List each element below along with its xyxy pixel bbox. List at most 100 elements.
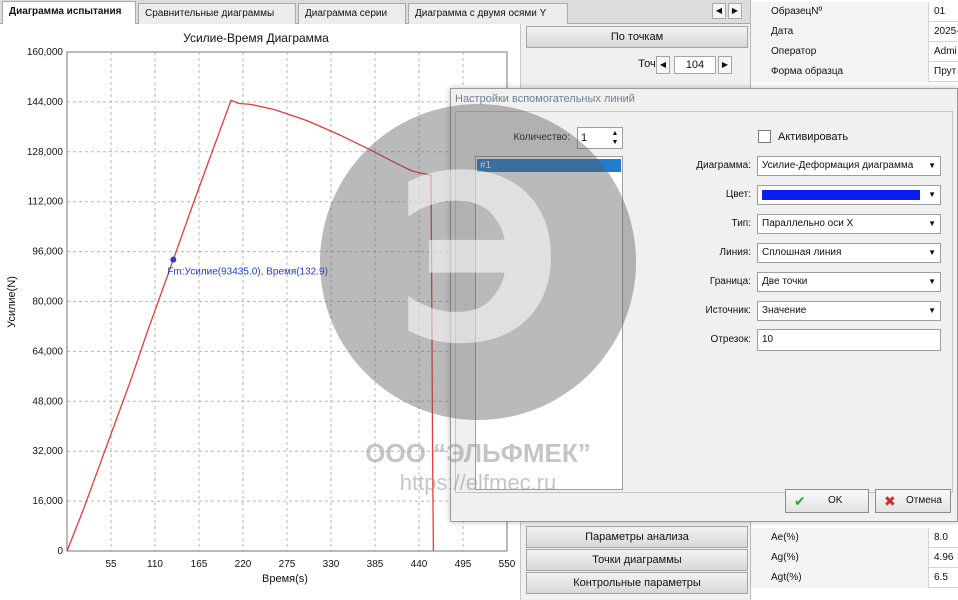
diagram-points-button[interactable]: Точки диаграммы — [526, 549, 748, 571]
segment-input[interactable]: 10 — [757, 329, 941, 351]
source-select[interactable]: Значение ▼ — [757, 301, 941, 321]
fm-marker — [170, 256, 177, 263]
property-key: Оператор — [751, 42, 929, 62]
property-value: Прут — [934, 66, 957, 77]
color-label: Цвет: — [725, 189, 751, 200]
ok-label: OK — [828, 495, 843, 506]
chevron-right-icon[interactable]: ▶ — [728, 3, 742, 19]
property-key: Ag(%) — [751, 548, 929, 568]
y-tick-label: 144,000 — [27, 97, 64, 108]
y-axis-label: Усилие(N) — [6, 276, 18, 328]
type-select-value: Параллельно оси X — [762, 218, 854, 229]
chart-tabbar: Диаграмма испытания Сравнительные диагра… — [0, 0, 750, 25]
tab-series-diagram[interactable]: Диаграмма серии — [298, 3, 406, 24]
property-value: 4.96 — [934, 552, 954, 563]
chevron-left-icon[interactable]: ◀ — [712, 3, 726, 19]
x-tick-label: 275 — [279, 559, 296, 570]
property-row[interactable]: ОбразецNº 01 — [751, 2, 958, 22]
y-tick-label: 160,000 — [27, 47, 64, 58]
x-tick-label: 440 — [411, 559, 428, 570]
property-key: ОбразецNº — [751, 2, 929, 22]
x-tick-label: 550 — [499, 559, 516, 570]
watermark-url: https://elfmec.ru — [399, 470, 557, 495]
boundary-select-value: Две точки — [762, 276, 808, 287]
watermark-company: ООО “ЭЛЬФМЕК” — [365, 438, 591, 468]
cancel-button[interactable]: ✖ Отмена — [875, 489, 951, 513]
x-axis-label: Время(s) — [262, 573, 308, 585]
property-value: Admi — [934, 46, 957, 57]
property-value: 01 — [934, 6, 946, 17]
point-selector: Точка: ◀ 104 ▶ — [526, 54, 748, 76]
boundary-label: Граница: — [709, 276, 751, 287]
activate-checkbox[interactable] — [758, 130, 771, 143]
dropdown-arrow-icon: ▼ — [928, 248, 936, 257]
property-row[interactable]: Оператор Admi — [751, 42, 958, 62]
logo-glyph: Э — [393, 128, 563, 395]
source-select-value: Значение — [762, 305, 807, 316]
property-row[interactable]: Ae(%) 8.0 — [751, 528, 958, 548]
dropdown-arrow-icon: ▼ — [928, 219, 936, 228]
x-tick-label: 385 — [367, 559, 384, 570]
y-tick-label: 80,000 — [32, 297, 63, 308]
x-tick-label: 110 — [147, 559, 163, 570]
tab-test-diagram[interactable]: Диаграмма испытания — [2, 1, 136, 25]
y-tick-label: 48,000 — [32, 396, 63, 407]
line-style-select[interactable]: Сплошная линия ▼ — [757, 243, 941, 263]
tab-two-y-axes-diagram[interactable]: Диаграмма с двумя осями Y — [408, 3, 568, 24]
x-tick-label: 220 — [235, 559, 252, 570]
property-key: Ae(%) — [751, 528, 929, 548]
y-tick-label: 0 — [57, 546, 63, 557]
property-row[interactable]: Дата 2025- — [751, 22, 958, 42]
type-select[interactable]: Параллельно оси X ▼ — [757, 214, 941, 234]
dropdown-arrow-icon: ▼ — [928, 190, 936, 199]
property-key: Дата — [751, 22, 929, 42]
y-tick-label: 32,000 — [32, 446, 63, 457]
type-label: Тип: — [731, 218, 751, 229]
elfmec-logo-icon: Э — [320, 104, 636, 420]
fm-annotation: Fm:Усилие(93435.0), Время(132.9) — [167, 267, 328, 278]
line-label: Линия: — [719, 247, 751, 258]
tab-comparative-diagrams[interactable]: Сравнительные диаграммы — [138, 3, 296, 24]
property-row[interactable]: Ag(%) 4.96 — [751, 548, 958, 568]
color-select[interactable]: ▼ — [757, 185, 941, 205]
activate-label: Активировать — [778, 131, 849, 143]
property-key: Форма образца — [751, 62, 929, 82]
cancel-label: Отмена — [906, 495, 942, 506]
y-tick-label: 16,000 — [32, 496, 63, 507]
diagram-select[interactable]: Усилие-Деформация диаграмма ▼ — [757, 156, 941, 176]
property-value: 8.0 — [934, 532, 948, 543]
dropdown-arrow-icon: ▼ — [928, 161, 936, 170]
x-tick-label: 495 — [455, 559, 472, 570]
point-input[interactable]: 104 — [674, 56, 716, 74]
property-value: 6.5 — [934, 572, 948, 583]
boundary-select[interactable]: Две точки ▼ — [757, 272, 941, 292]
analysis-parameters-button[interactable]: Параметры анализа — [526, 526, 748, 548]
diagram-label: Диаграмма: — [696, 160, 751, 171]
y-tick-label: 96,000 — [32, 247, 63, 258]
chevron-right-icon[interactable]: ▶ — [718, 56, 732, 74]
diagram-select-value: Усилие-Деформация диаграмма — [762, 160, 914, 171]
dropdown-arrow-icon: ▼ — [928, 306, 936, 315]
chevron-left-icon[interactable]: ◀ — [656, 56, 670, 74]
y-tick-label: 112,000 — [28, 197, 64, 208]
property-row[interactable]: Agt(%) 6.5 — [751, 568, 958, 588]
dropdown-arrow-icon: ▼ — [928, 277, 936, 286]
y-tick-label: 128,000 — [27, 147, 64, 158]
y-tick-label: 64,000 — [32, 346, 63, 357]
x-tick-label: 165 — [191, 559, 208, 570]
line-style-value: Сплошная линия — [762, 247, 842, 258]
color-swatch — [762, 190, 920, 200]
segment-label: Отрезок: — [710, 334, 751, 345]
by-points-button[interactable]: По точкам — [526, 26, 748, 48]
x-tick-label: 55 — [105, 559, 117, 570]
ok-button[interactable]: ✔ OK — [785, 489, 869, 513]
property-value: 2025- — [934, 26, 958, 37]
x-tick-label: 330 — [323, 559, 340, 570]
checkmark-icon: ✔ — [794, 493, 806, 509]
property-row[interactable]: Форма образца Прут — [751, 62, 958, 82]
close-icon: ✖ — [884, 493, 896, 509]
chart-title: Усилие-Время Диаграмма — [183, 31, 329, 45]
control-parameters-button[interactable]: Контрольные параметры — [526, 572, 748, 594]
property-key: Agt(%) — [751, 568, 929, 588]
source-label: Источник: — [705, 305, 751, 316]
